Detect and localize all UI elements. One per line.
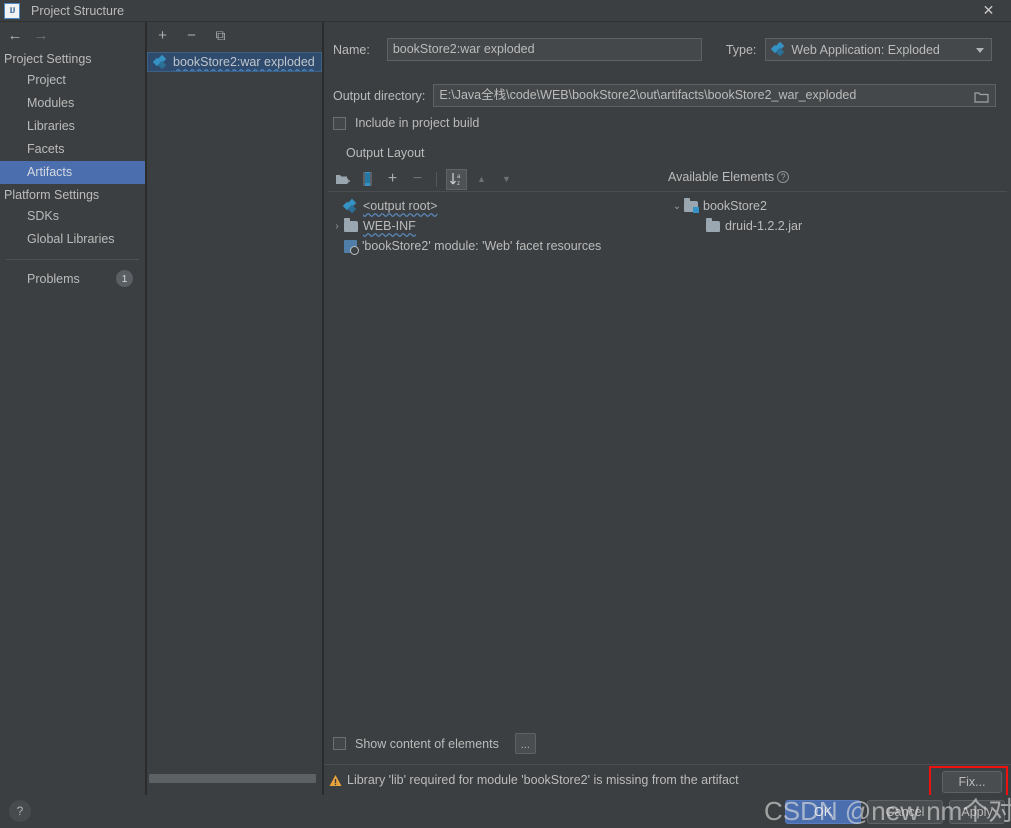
toolbar-divider [436,171,437,187]
show-content-of-elements-row[interactable]: Show content of elements ... [333,733,536,754]
sidebar-group-project-settings: Project Settings [4,52,92,66]
available-node-druid-jar[interactable]: druid-1.2.2.jar [670,216,1000,236]
tree-node-output-root[interactable]: <output root> [330,196,660,216]
tree-node-label: 'bookStore2' module: 'Web' facet resourc… [362,239,602,253]
forward-arrow-icon[interactable]: → [28,23,54,47]
folder-icon [344,217,358,232]
module-folder-icon [684,197,699,213]
type-dropdown-value: Web Application: Exploded [791,42,940,57]
sidebar-item-project[interactable]: Project [0,69,145,92]
sort-button[interactable]: az [446,168,467,190]
folder-icon[interactable] [974,89,990,103]
intellij-idea-icon: IJ [4,2,20,19]
artifact-details-panel: Name: bookStore2:war exploded Type: Web … [324,22,1011,799]
folder-icon [706,217,720,232]
help-icon[interactable]: ? [777,171,790,183]
type-label: Type: [725,42,757,57]
output-directory-value: E:\Java全栈\code\WEB\bookStore2\out\artifa… [439,88,857,102]
add-artifact-button[interactable]: + [154,27,171,44]
svg-text:z: z [457,181,460,186]
cancel-button[interactable]: Cancel [867,800,943,824]
include-in-project-build-row[interactable]: Include in project build [333,116,479,130]
problems-label: Problems [27,271,80,286]
tree-node-module-facet-resources[interactable]: 'bookStore2' module: 'Web' facet resourc… [330,236,660,256]
tree-node-label: druid-1.2.2.jar [725,219,803,233]
tree-node-label: <output root> [363,199,438,213]
apply-button[interactable]: Apply [949,800,1005,824]
artifact-warning-bar: Library 'lib' required for module 'bookS… [324,764,1011,799]
sidebar-item-facets[interactable]: Facets [0,138,145,161]
output-layout-title: Output Layout [346,146,425,160]
output-directory-label: Output directory: [333,88,426,103]
artifact-list-item-label: bookStore2:war exploded [173,55,315,69]
name-label: Name: [333,42,370,57]
more-options-button[interactable]: ... [514,733,536,754]
sidebar-item-problems[interactable]: Problems 1 [0,267,145,290]
warning-triangle-icon [329,774,342,787]
artifact-icon [342,198,358,213]
show-content-of-elements-label: Show content of elements [355,736,499,751]
sidebar-item-sdks[interactable]: SDKs [0,205,145,228]
artifact-list-panel: + − ⧉ bookStore2:war exploded [147,22,323,795]
available-elements-tree: ⌄ bookStore2 druid-1.2.2.jar [670,196,1000,236]
svg-text:a: a [457,174,461,180]
sidebar-item-modules[interactable]: Modules [0,92,145,115]
output-layout-toolbar: + − az ▲ ▼ Available Elements ? [328,167,1007,192]
include-in-project-build-label: Include in project build [355,116,480,130]
tree-twisty-expanded-icon[interactable]: ⌄ [670,201,684,212]
sidebar: ← → Project Settings Project Modules Lib… [0,22,146,795]
navigation-arrows: ← → [0,22,145,48]
available-elements-title: Available Elements [668,170,775,184]
sidebar-item-artifacts[interactable]: Artifacts [0,161,145,184]
copy-artifact-button[interactable]: ⧉ [212,27,229,44]
window-title: Project Structure [31,3,125,18]
close-icon[interactable]: ✕ [966,0,1011,21]
tree-node-label: bookStore2 [703,199,767,213]
tree-twisty-collapsed-icon[interactable]: › [330,221,344,232]
output-directory-row: Output directory: E:\Java全栈\code\WEB\boo… [333,84,1003,107]
dialog-button-bar: ? OK Cancel Apply [0,795,1011,828]
output-directory-input[interactable]: E:\Java全栈\code\WEB\bookStore2\out\artifa… [433,84,997,107]
artifact-icon [152,54,168,69]
add-archive-button[interactable] [357,169,378,190]
include-in-project-build-checkbox[interactable] [333,116,346,130]
move-up-button[interactable]: ▲ [471,169,492,190]
add-directory-button[interactable] [332,169,353,190]
add-copy-button[interactable]: + [382,169,403,190]
remove-artifact-button[interactable]: − [183,27,200,44]
artifact-list-item[interactable]: bookStore2:war exploded [147,52,322,72]
move-down-button[interactable]: ▼ [496,169,517,190]
module-icon [344,239,359,255]
available-elements-header: Available Elements ? [668,170,790,184]
sidebar-item-global-libraries[interactable]: Global Libraries [0,228,145,251]
chevron-down-icon [976,48,985,53]
tree-node-label: WEB-INF [363,219,416,233]
artifact-icon [771,41,786,57]
artifact-list-horizontal-scrollbar[interactable] [147,773,323,784]
ok-button[interactable]: OK [785,800,861,824]
show-content-of-elements-checkbox[interactable] [333,737,346,750]
artifact-list-toolbar: + − ⧉ [147,22,322,48]
help-icon[interactable]: ? [9,800,31,822]
name-row: Name: bookStore2:war exploded Type: Web … [333,38,1003,61]
fix-button[interactable]: Fix... [942,771,1002,793]
remove-element-button[interactable]: − [407,169,428,190]
sidebar-divider [6,259,139,260]
type-dropdown[interactable]: Web Application: Exploded [765,38,993,61]
sidebar-group-platform-settings: Platform Settings [4,188,100,202]
available-node-bookstore2[interactable]: ⌄ bookStore2 [670,196,1000,216]
sidebar-item-libraries[interactable]: Libraries [0,115,145,138]
scrollbar-thumb[interactable] [149,774,316,783]
output-layout-tree: <output root> › WEB-INF 'bookStore2' mod… [330,196,660,256]
name-input[interactable]: bookStore2:war exploded [386,38,702,61]
tree-node-web-inf[interactable]: › WEB-INF [330,216,660,236]
title-bar: IJ Project Structure ✕ [0,0,1011,22]
problems-count-badge: 1 [116,270,133,287]
warning-message: Library 'lib' required for module 'bookS… [347,773,739,787]
back-arrow-icon[interactable]: ← [2,23,28,47]
